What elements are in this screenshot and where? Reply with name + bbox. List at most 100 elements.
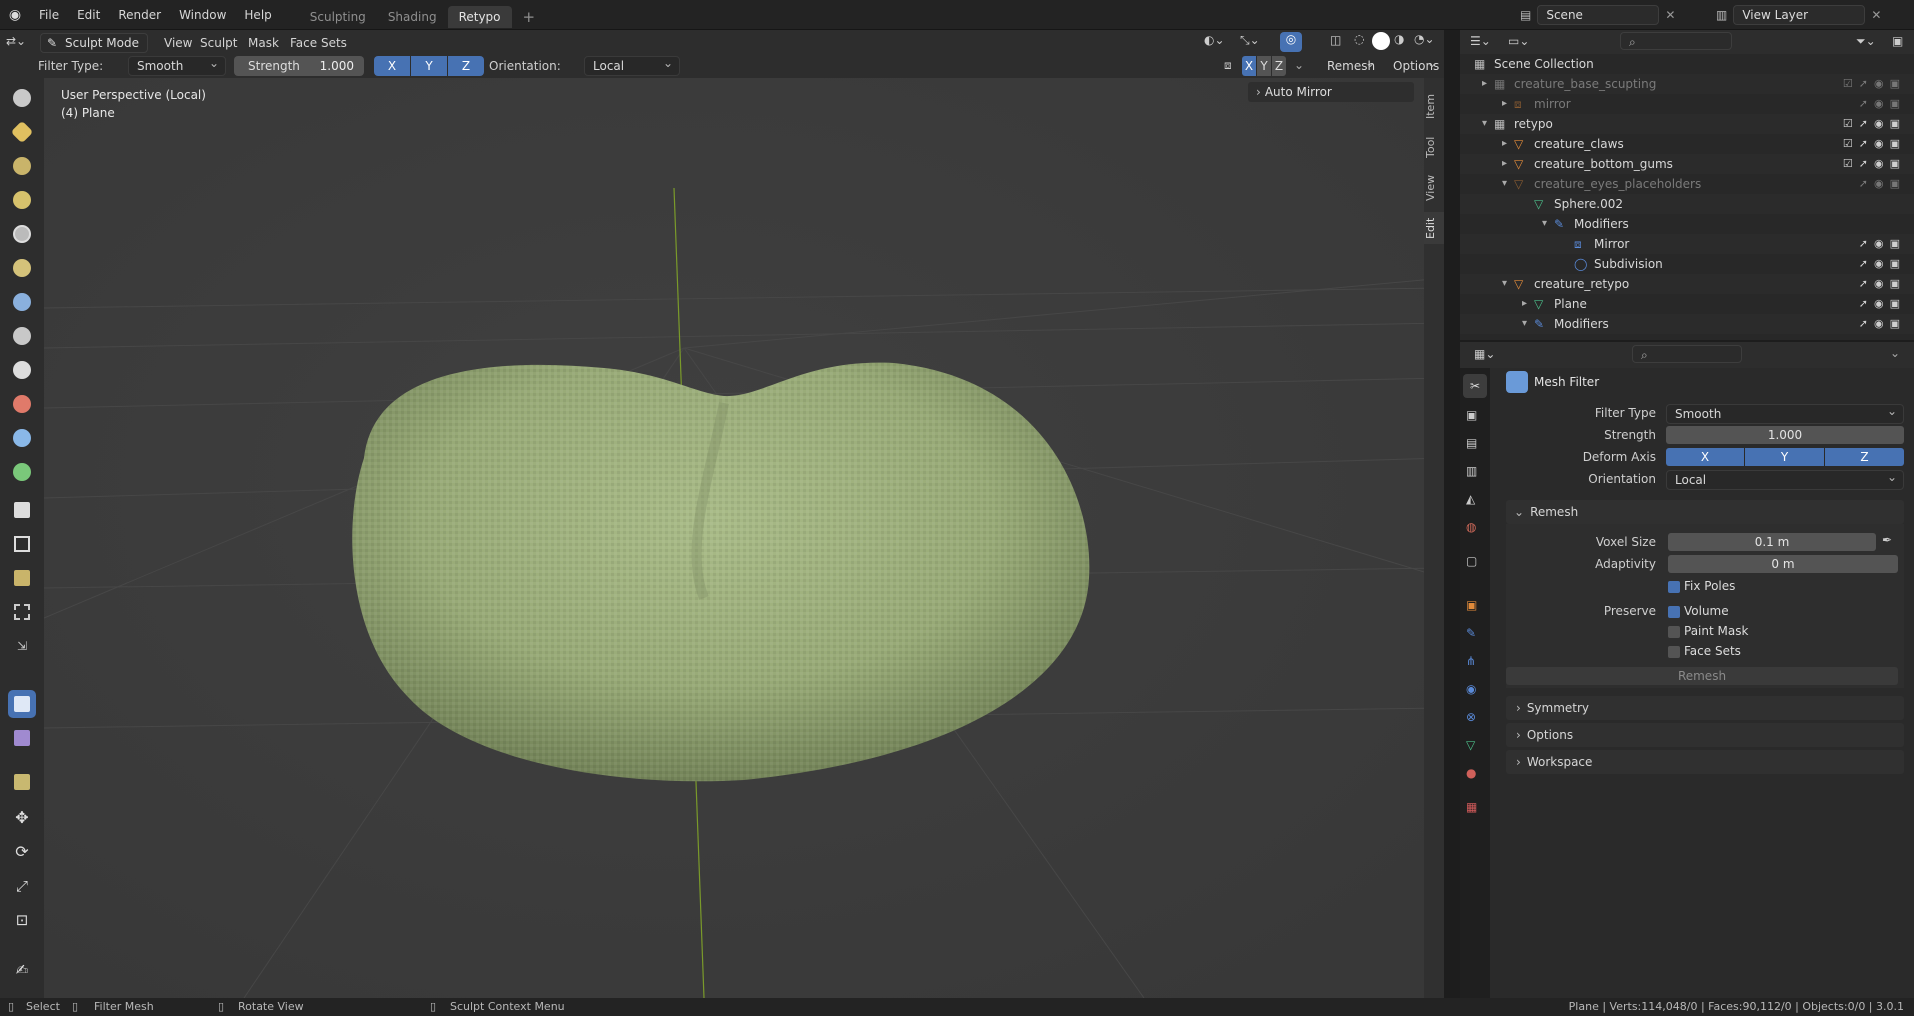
chevron-down-icon[interactable]: ▾ bbox=[1482, 114, 1487, 134]
menu-edit[interactable]: Edit bbox=[68, 0, 109, 30]
chevron-down-icon[interactable]: ⌄ bbox=[1890, 346, 1900, 360]
texture-tab-icon[interactable]: ▦ bbox=[1466, 800, 1477, 814]
axis-y-toggle[interactable]: Y bbox=[411, 56, 447, 76]
outliner-search-input[interactable]: ⌕ bbox=[1620, 32, 1732, 50]
rotate-icon[interactable]: ⟳ bbox=[8, 838, 36, 866]
visibility-toggles[interactable]: ➚◉▣ bbox=[1859, 314, 1906, 334]
outliner-row[interactable]: ▾ ✎ Modifiers bbox=[1460, 214, 1914, 234]
mesh-filter-icon[interactable] bbox=[8, 690, 36, 718]
outliner-row[interactable]: ▸ ▽ creature_claws ☑➚◉▣ bbox=[1460, 134, 1914, 154]
shading-rendered-icon[interactable]: ◔⌄ bbox=[1414, 32, 1435, 46]
chevron-down-icon[interactable]: ▾ bbox=[1502, 174, 1507, 194]
particles-tab-icon[interactable]: ⋔ bbox=[1466, 654, 1476, 668]
filter-type-dropdown[interactable]: Smooth bbox=[1666, 402, 1904, 424]
draw-sharp-brush-icon[interactable] bbox=[8, 118, 36, 146]
line-project-icon[interactable]: ⇲ bbox=[8, 632, 36, 660]
fill-brush-icon[interactable] bbox=[8, 424, 36, 452]
menu-render[interactable]: Render bbox=[109, 0, 170, 30]
scale-icon[interactable]: ⤢ bbox=[8, 872, 36, 900]
constraints-tab-icon[interactable]: ⊗ bbox=[1466, 710, 1476, 724]
paint-mask-checkbox[interactable] bbox=[1668, 626, 1680, 638]
outliner-row[interactable]: ▾ ▽ creature_eyes_placeholders ➚◉▣ bbox=[1460, 174, 1914, 194]
clay-strips-brush-icon[interactable] bbox=[8, 186, 36, 214]
remesh-button[interactable]: Remesh bbox=[1506, 667, 1898, 685]
mirror-y-toggle[interactable]: Y bbox=[1257, 56, 1271, 76]
visibility-toggles[interactable]: ➚◉▣ bbox=[1859, 274, 1906, 294]
outliner-row[interactable]: ▸ ▦ creature_base_scupting ☑➚◉▣ bbox=[1460, 74, 1914, 94]
outliner-row[interactable]: ▾ ▦ retypo ☑➚◉▣ bbox=[1460, 114, 1914, 134]
shading-wireframe-icon[interactable]: ◌ bbox=[1354, 32, 1364, 46]
visibility-toggles[interactable]: ➚◉▣ bbox=[1859, 254, 1906, 274]
menu-mask[interactable]: Mask bbox=[240, 33, 287, 53]
chevron-down-icon[interactable]: ▾ bbox=[1542, 214, 1547, 234]
visibility-toggles[interactable]: ➚◉▣ bbox=[1859, 234, 1906, 254]
view-layer-name-field[interactable]: View Layer bbox=[1733, 5, 1866, 25]
menu-sculpt[interactable]: Sculpt bbox=[192, 33, 245, 53]
physics-tab-icon[interactable]: ◉ bbox=[1466, 682, 1476, 696]
move-icon[interactable]: ✥ bbox=[8, 804, 36, 832]
orientation-dropdown[interactable]: Local bbox=[584, 54, 680, 76]
eyedropper-icon[interactable]: ✒ bbox=[1882, 533, 1892, 547]
scene-tab-icon[interactable]: ◭ bbox=[1466, 492, 1475, 506]
close-icon[interactable]: ✕ bbox=[1871, 8, 1881, 22]
visibility-toggles[interactable]: ☑➚◉▣ bbox=[1843, 74, 1906, 94]
chevron-right-icon[interactable]: ▸ bbox=[1522, 294, 1527, 314]
layer-brush-icon[interactable] bbox=[8, 220, 36, 248]
menu-face-sets[interactable]: Face Sets bbox=[282, 33, 355, 53]
crease-brush-icon[interactable] bbox=[8, 322, 36, 350]
deform-axis-x-toggle[interactable]: X bbox=[1666, 448, 1744, 466]
cloth-filter-icon[interactable] bbox=[8, 724, 36, 752]
annotate-icon[interactable]: ✍ bbox=[8, 956, 36, 984]
chevron-right-icon[interactable]: ▸ bbox=[1482, 74, 1487, 94]
chevron-right-icon[interactable]: ▸ bbox=[1502, 154, 1507, 174]
chevron-right-icon[interactable]: ▸ bbox=[1502, 134, 1507, 154]
render-tab-icon[interactable]: ▣ bbox=[1466, 408, 1477, 422]
scene-name-field[interactable]: Scene bbox=[1537, 5, 1660, 25]
tab-shading[interactable]: Shading bbox=[377, 6, 448, 28]
visibility-toggles[interactable]: ☑➚◉▣ bbox=[1843, 134, 1906, 154]
workspace-panel-header[interactable]: › Workspace bbox=[1506, 750, 1904, 774]
orientation-dropdown[interactable]: Local bbox=[1666, 468, 1904, 490]
remesh-dropdown[interactable]: Remesh bbox=[1318, 54, 1382, 76]
outliner-row[interactable]: ▦ Scene Collection bbox=[1460, 54, 1914, 74]
close-icon[interactable]: ✕ bbox=[1665, 8, 1675, 22]
strength-field[interactable]: Strength 1.000 bbox=[234, 56, 364, 76]
visibility-icon[interactable]: ◐⌄ bbox=[1204, 33, 1225, 47]
box-face-set-icon[interactable] bbox=[8, 564, 36, 592]
menu-window[interactable]: Window bbox=[170, 0, 235, 30]
box-mask-icon[interactable] bbox=[8, 530, 36, 558]
scrape-brush-icon[interactable] bbox=[8, 458, 36, 486]
chevron-down-icon[interactable]: ⌄ bbox=[1294, 58, 1304, 72]
outliner-row[interactable]: ▸ ▽ creature_bottom_gums ☑➚◉▣ bbox=[1460, 154, 1914, 174]
data-tab-icon[interactable]: ▽ bbox=[1466, 738, 1475, 752]
axis-x-toggle[interactable]: X bbox=[374, 56, 410, 76]
add-workspace-button[interactable]: + bbox=[512, 6, 547, 28]
xray-icon[interactable]: ◫ bbox=[1330, 33, 1341, 47]
blender-logo-icon[interactable]: ◉ bbox=[0, 7, 30, 23]
symmetry-panel-header[interactable]: › Symmetry bbox=[1506, 696, 1904, 720]
viewport-scene[interactable] bbox=[44, 78, 1444, 998]
view-layer-selector[interactable]: ▥ View Layer ✕ bbox=[1716, 4, 1910, 26]
blob-brush-icon[interactable] bbox=[8, 288, 36, 316]
remesh-panel-header[interactable]: ⌄ Remesh bbox=[1506, 500, 1904, 524]
transform-icon[interactable]: ⊡ bbox=[8, 906, 36, 934]
outliner-row[interactable]: ▸ ▽ Plane ➚◉▣ bbox=[1460, 294, 1914, 314]
properties-editor-icon[interactable]: ▦⌄ bbox=[1474, 347, 1495, 361]
tab-view[interactable]: View bbox=[1424, 170, 1444, 206]
visibility-toggles[interactable]: ☑➚◉▣ bbox=[1843, 114, 1906, 134]
mask-brush-icon[interactable] bbox=[8, 496, 36, 524]
menu-help[interactable]: Help bbox=[235, 0, 280, 30]
axis-z-toggle[interactable]: Z bbox=[448, 56, 484, 76]
object-tab-icon[interactable]: ▣ bbox=[1466, 598, 1477, 612]
collection-tab-icon[interactable]: ▢ bbox=[1466, 554, 1477, 568]
filter-icon[interactable]: ⏷⌄ bbox=[1856, 34, 1876, 49]
filter-type-dropdown[interactable]: Smooth bbox=[128, 54, 226, 76]
visibility-toggles[interactable]: ☑➚◉▣ bbox=[1843, 154, 1906, 174]
outliner-row[interactable]: ▸ ⧈ mirror ➚◉▣ bbox=[1460, 94, 1914, 114]
gizmo-icon[interactable]: ⤡⌄ bbox=[1240, 33, 1260, 48]
new-collection-icon[interactable]: ▣ bbox=[1892, 34, 1903, 48]
box-trim-icon[interactable] bbox=[8, 598, 36, 626]
visibility-toggles[interactable]: ➚◉▣ bbox=[1859, 94, 1906, 114]
display-mode-icon[interactable]: ▭⌄ bbox=[1508, 34, 1529, 48]
material-tab-icon[interactable]: ● bbox=[1466, 766, 1476, 780]
